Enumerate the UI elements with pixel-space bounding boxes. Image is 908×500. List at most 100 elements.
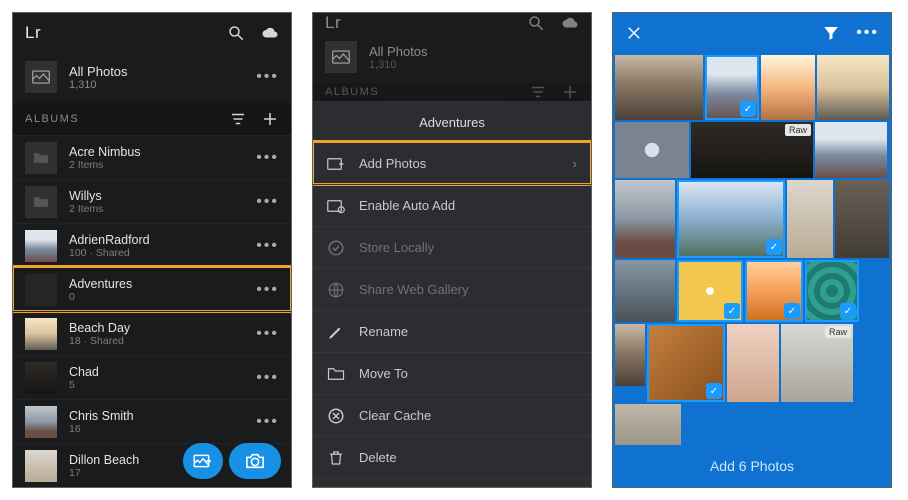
check-circle-icon	[327, 239, 345, 257]
photo-cell[interactable]	[761, 55, 815, 120]
albums-section-header: ALBUMS	[13, 103, 291, 135]
search-icon[interactable]	[227, 24, 245, 42]
album-row[interactable]: Willys2 Items•••	[13, 179, 291, 223]
top-bar-icons	[227, 24, 279, 42]
more-icon[interactable]: •••	[256, 281, 279, 299]
album-name: Willys	[69, 189, 103, 203]
album-name: Acre Nimbus	[69, 145, 141, 159]
menu-item-label: Rename	[359, 324, 408, 339]
photo-cell[interactable]: ✓	[805, 260, 859, 322]
all-photos-thumb-icon	[25, 61, 57, 93]
album-meta: 18 · Shared	[69, 335, 130, 347]
more-icon[interactable]: •••	[256, 325, 279, 343]
photo-cell[interactable]	[615, 324, 645, 386]
close-icon[interactable]	[625, 24, 643, 42]
album-name: Beach Day	[69, 321, 130, 335]
more-icon[interactable]: •••	[856, 24, 879, 42]
add-photos-label: Add 6 Photos	[710, 458, 794, 474]
photo-cell[interactable]: ✓	[745, 260, 803, 322]
album-row[interactable]: Adventures0•••	[13, 267, 291, 311]
chevron-right-icon: ›	[573, 156, 577, 171]
album-row[interactable]: AdrienRadford100 · Shared•••	[13, 223, 291, 267]
menu-title: Adventures	[313, 101, 591, 142]
photo-cell[interactable]	[787, 180, 833, 258]
add-album-icon[interactable]	[261, 110, 279, 128]
album-meta: 16	[69, 423, 134, 435]
album-row[interactable]: Chad5•••	[13, 355, 291, 399]
search-icon[interactable]	[527, 14, 545, 32]
photo-cell[interactable]	[615, 404, 681, 445]
photo-cell[interactable]: Raw	[781, 324, 853, 402]
menu-item-label: Share Web Gallery	[359, 282, 469, 297]
menu-item-check-circle: Store Locally	[313, 226, 591, 268]
album-meta: 0	[69, 291, 132, 303]
import-fab[interactable]	[183, 443, 223, 479]
photo-cell[interactable]	[817, 55, 889, 120]
photo-cell[interactable]	[815, 122, 887, 178]
album-row[interactable]: Chris Smith16•••	[13, 399, 291, 443]
app-logo: Lr	[325, 13, 341, 33]
album-list: Acre Nimbus2 Items•••Willys2 Items•••Adr…	[13, 135, 291, 487]
menu-item-label: Enable Auto Add	[359, 198, 455, 213]
photo-cell[interactable]: ✓	[705, 55, 759, 120]
menu-item-trash[interactable]: Delete	[313, 436, 591, 478]
menu-item-auto-add[interactable]: Enable Auto Add	[313, 184, 591, 226]
albums-section-header: ALBUMS	[313, 83, 591, 101]
more-icon[interactable]: •••	[256, 237, 279, 255]
check-icon: ✓	[706, 383, 722, 399]
top-bar: Lr	[13, 13, 291, 53]
globe-icon	[327, 281, 345, 299]
album-name: AdrienRadford	[69, 233, 150, 247]
album-row[interactable]: Acre Nimbus2 Items•••	[13, 135, 291, 179]
menu-item-globe: Share Web Gallery	[313, 268, 591, 310]
picker-top-bar: •••	[613, 13, 891, 53]
menu-item-add-photos[interactable]: Add Photos›	[313, 142, 591, 184]
photo-cell[interactable]	[835, 180, 889, 258]
album-row[interactable]: Beach Day18 · Shared •••	[13, 311, 291, 355]
folder-move-icon	[327, 365, 345, 383]
menu-item-label: Delete	[359, 450, 397, 465]
more-icon[interactable]: •••	[256, 149, 279, 167]
menu-item-x-circle[interactable]: Clear Cache	[313, 394, 591, 436]
photo-cell[interactable]	[615, 260, 675, 322]
menu-item-folder-move[interactable]: Move To	[313, 352, 591, 394]
menu-item-label: Store Locally	[359, 240, 434, 255]
more-icon[interactable]: •••	[256, 68, 279, 86]
capture-fab-group	[183, 443, 281, 479]
albums-label: ALBUMS	[25, 113, 79, 125]
photo-cell[interactable]: ✓	[647, 324, 725, 402]
all-photos-thumb-icon	[325, 41, 357, 73]
panel-photo-picker: ••• ✓Raw✓✓✓✓✓Raw Add 6 Photos	[612, 12, 892, 488]
camera-fab[interactable]	[229, 443, 281, 479]
photo-cell[interactable]: ✓	[677, 180, 785, 258]
more-icon[interactable]: •••	[256, 369, 279, 387]
trash-icon	[327, 449, 345, 467]
album-thumb	[25, 406, 57, 438]
photo-cell[interactable]: ✓	[677, 260, 743, 322]
album-thumb	[25, 274, 57, 306]
more-icon[interactable]: •••	[256, 413, 279, 431]
more-icon[interactable]: •••	[256, 193, 279, 211]
album-thumb	[25, 318, 57, 350]
cloud-icon[interactable]	[561, 14, 579, 32]
photo-cell[interactable]: Raw	[691, 122, 813, 178]
menu-item-pencil[interactable]: Rename	[313, 310, 591, 352]
all-photos-row[interactable]: All Photos 1,310 •••	[13, 53, 291, 103]
albums-label: ALBUMS	[325, 86, 379, 98]
menu-item-label: Move To	[359, 366, 408, 381]
filter-icon[interactable]	[822, 24, 840, 42]
photo-cell[interactable]	[615, 55, 703, 120]
sort-icon	[529, 83, 547, 101]
panel-album-menu: Lr All Photos 1,310 ALBUMS Adventures Ad…	[312, 12, 592, 488]
all-photos-row: All Photos 1,310	[313, 33, 591, 83]
photo-cell[interactable]	[615, 180, 675, 258]
folder-icon	[25, 186, 57, 218]
photo-cell[interactable]	[727, 324, 779, 402]
all-photos-count: 1,310	[69, 79, 128, 91]
add-photos-button[interactable]: Add 6 Photos	[613, 445, 891, 487]
photo-cell[interactable]	[615, 122, 689, 178]
all-photos-count: 1,310	[369, 59, 428, 71]
cloud-icon[interactable]	[261, 24, 279, 42]
sort-icon[interactable]	[229, 110, 247, 128]
raw-badge: Raw	[825, 326, 851, 338]
